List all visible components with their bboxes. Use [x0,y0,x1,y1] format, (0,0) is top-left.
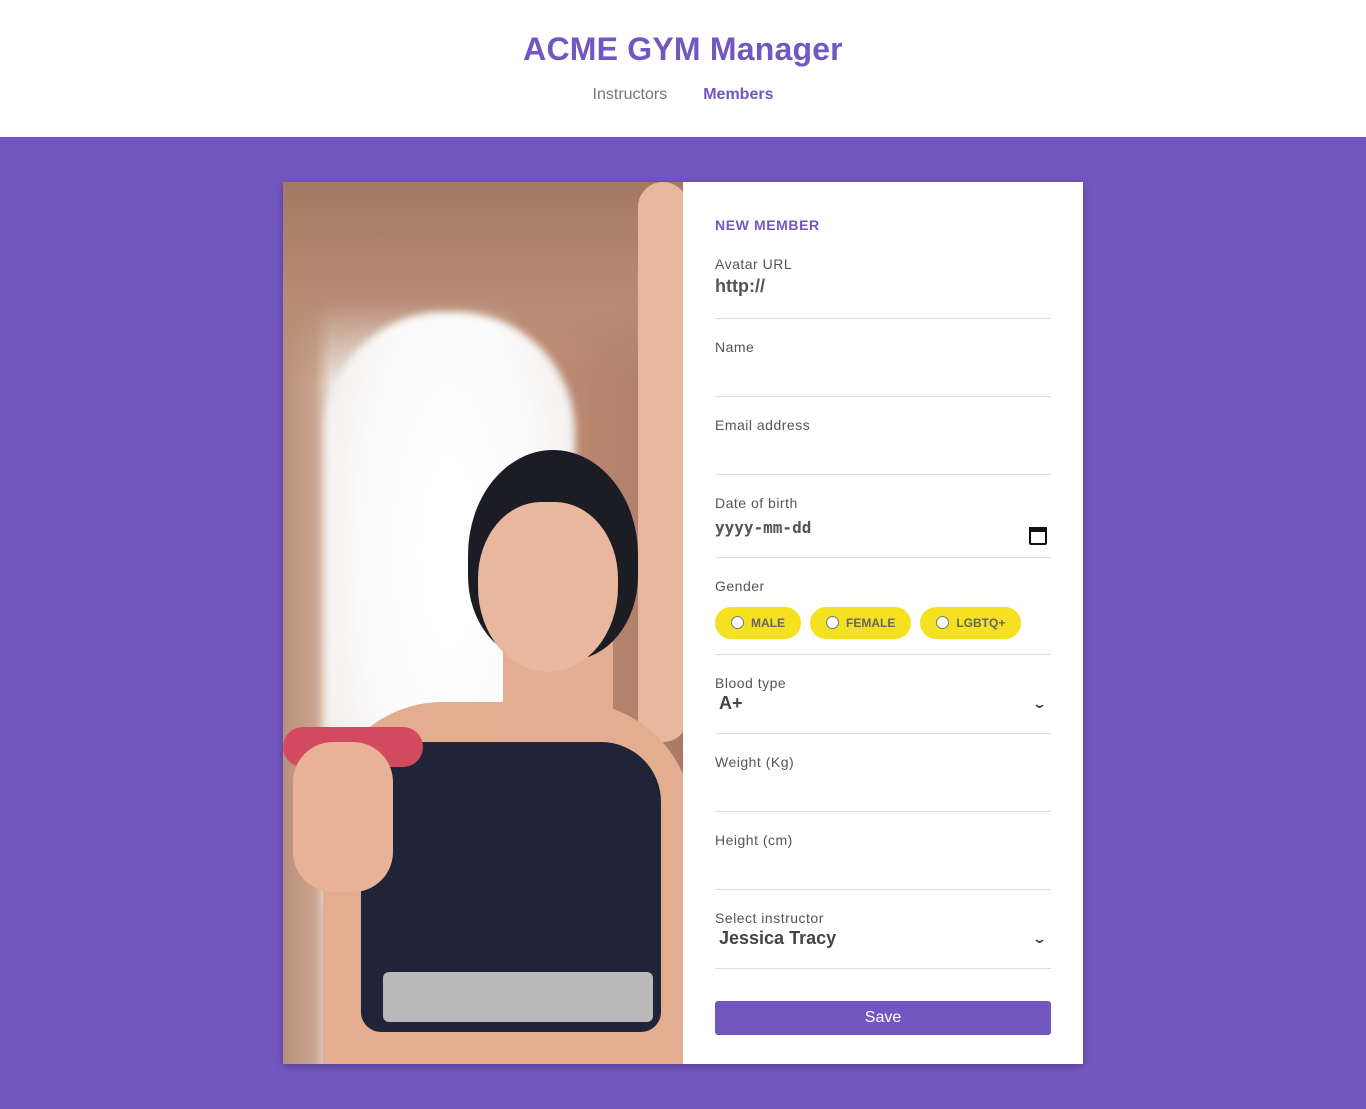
new-member-form: NEW MEMBER Avatar URL http:// Name Email… [683,182,1083,1064]
member-card: NEW MEMBER Avatar URL http:// Name Email… [283,182,1083,1064]
height-field[interactable]: Height (cm) [715,812,1051,890]
form-title: NEW MEMBER [715,217,820,233]
header: ACME GYM Manager Instructors Members [0,0,1366,137]
name-label: Name [715,339,755,355]
instructor-label: Select instructor [715,910,824,926]
blood-type-label: Blood type [715,675,787,691]
chevron-down-icon: ⌄ [1031,930,1048,946]
gender-label: Gender [715,578,765,594]
height-label: Height (cm) [715,832,793,848]
main-nav: Instructors Members [0,86,1366,104]
radio-icon[interactable] [936,615,950,629]
chevron-down-icon: ⌄ [1031,695,1048,711]
blood-type-select[interactable]: A+ ⌄ [715,693,1051,714]
gender-options: MALE FEMALE LGBTQ+ [715,607,1051,639]
radio-icon[interactable] [731,615,744,629]
name-field[interactable]: Name [715,319,1051,397]
avatar-url-label: Avatar URL [715,256,793,272]
gender-option-male[interactable]: MALE [715,607,801,639]
nav-members[interactable]: Members [703,86,773,104]
gender-option-female[interactable]: FEMALE [810,607,912,639]
weight-label: Weight (Kg) [715,754,795,770]
member-photo [283,182,683,1064]
blood-type-value: A+ [719,693,743,713]
avatar-url-field[interactable]: Avatar URL http:// [715,233,1051,319]
app-title: ACME GYM Manager [523,31,843,67]
avatar-url-input[interactable]: http:// [715,276,1051,297]
gender-option-label: FEMALE [846,616,896,630]
calendar-icon[interactable] [1029,527,1047,545]
gender-option-label: MALE [751,616,785,630]
save-button[interactable]: Save [715,1001,1051,1035]
blood-type-field[interactable]: Blood type A+ ⌄ [715,655,1051,734]
instructor-select[interactable]: Jessica Tracy ⌄ [715,928,1051,949]
date-of-birth-field[interactable]: Date of birth yyyy-mm-dd [715,475,1051,558]
email-label: Email address [715,417,811,433]
weight-field[interactable]: Weight (Kg) [715,734,1051,812]
email-field[interactable]: Email address [715,397,1051,475]
date-of-birth-input[interactable]: yyyy-mm-dd [715,518,1051,537]
gender-field: Gender MALE FEMALE LGBTQ+ [715,558,1051,655]
gender-option-label: LGBTQ+ [956,616,1006,630]
radio-icon[interactable] [826,615,839,629]
nav-instructors[interactable]: Instructors [593,86,668,104]
gender-option-lgbtq[interactable]: LGBTQ+ [920,607,1022,639]
instructor-field[interactable]: Select instructor Jessica Tracy ⌄ [715,890,1051,969]
date-of-birth-label: Date of birth [715,495,798,511]
instructor-value: Jessica Tracy [719,928,837,948]
